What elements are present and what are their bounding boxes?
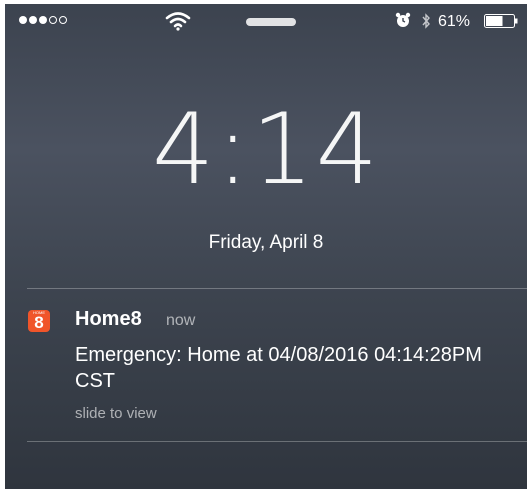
wifi-icon — [165, 12, 191, 31]
signal-dot — [39, 16, 47, 24]
status-bar: 61% — [5, 4, 527, 38]
signal-dot — [49, 16, 57, 24]
notification-app-name: Home8 — [75, 308, 142, 330]
notification-time: now — [166, 312, 196, 329]
notification-message: Emergency: Home at 04/08/2016 04:14:28PM… — [75, 344, 482, 392]
signal-dot — [19, 16, 27, 24]
signal-strength-icon — [19, 16, 67, 24]
lock-screen-date: Friday, April 8 — [208, 232, 324, 253]
notification-divider — [27, 441, 527, 442]
lock-screen-time: 4:14 — [151, 93, 381, 207]
alarm-clock-icon — [395, 12, 411, 27]
notification-divider — [27, 288, 527, 289]
battery-icon — [484, 14, 518, 28]
battery-percentage: 61% — [438, 13, 471, 30]
pull-down-handle[interactable] — [246, 18, 296, 26]
slide-to-view-hint[interactable]: slide to view — [75, 405, 157, 422]
signal-dot — [59, 16, 67, 24]
home8-app-icon: HOME 8 — [28, 310, 50, 332]
signal-dot — [29, 16, 37, 24]
lock-screen: 61% 4:14 Friday, April 8 HOME 8 Home8 no… — [5, 4, 527, 489]
bluetooth-icon — [422, 13, 430, 29]
